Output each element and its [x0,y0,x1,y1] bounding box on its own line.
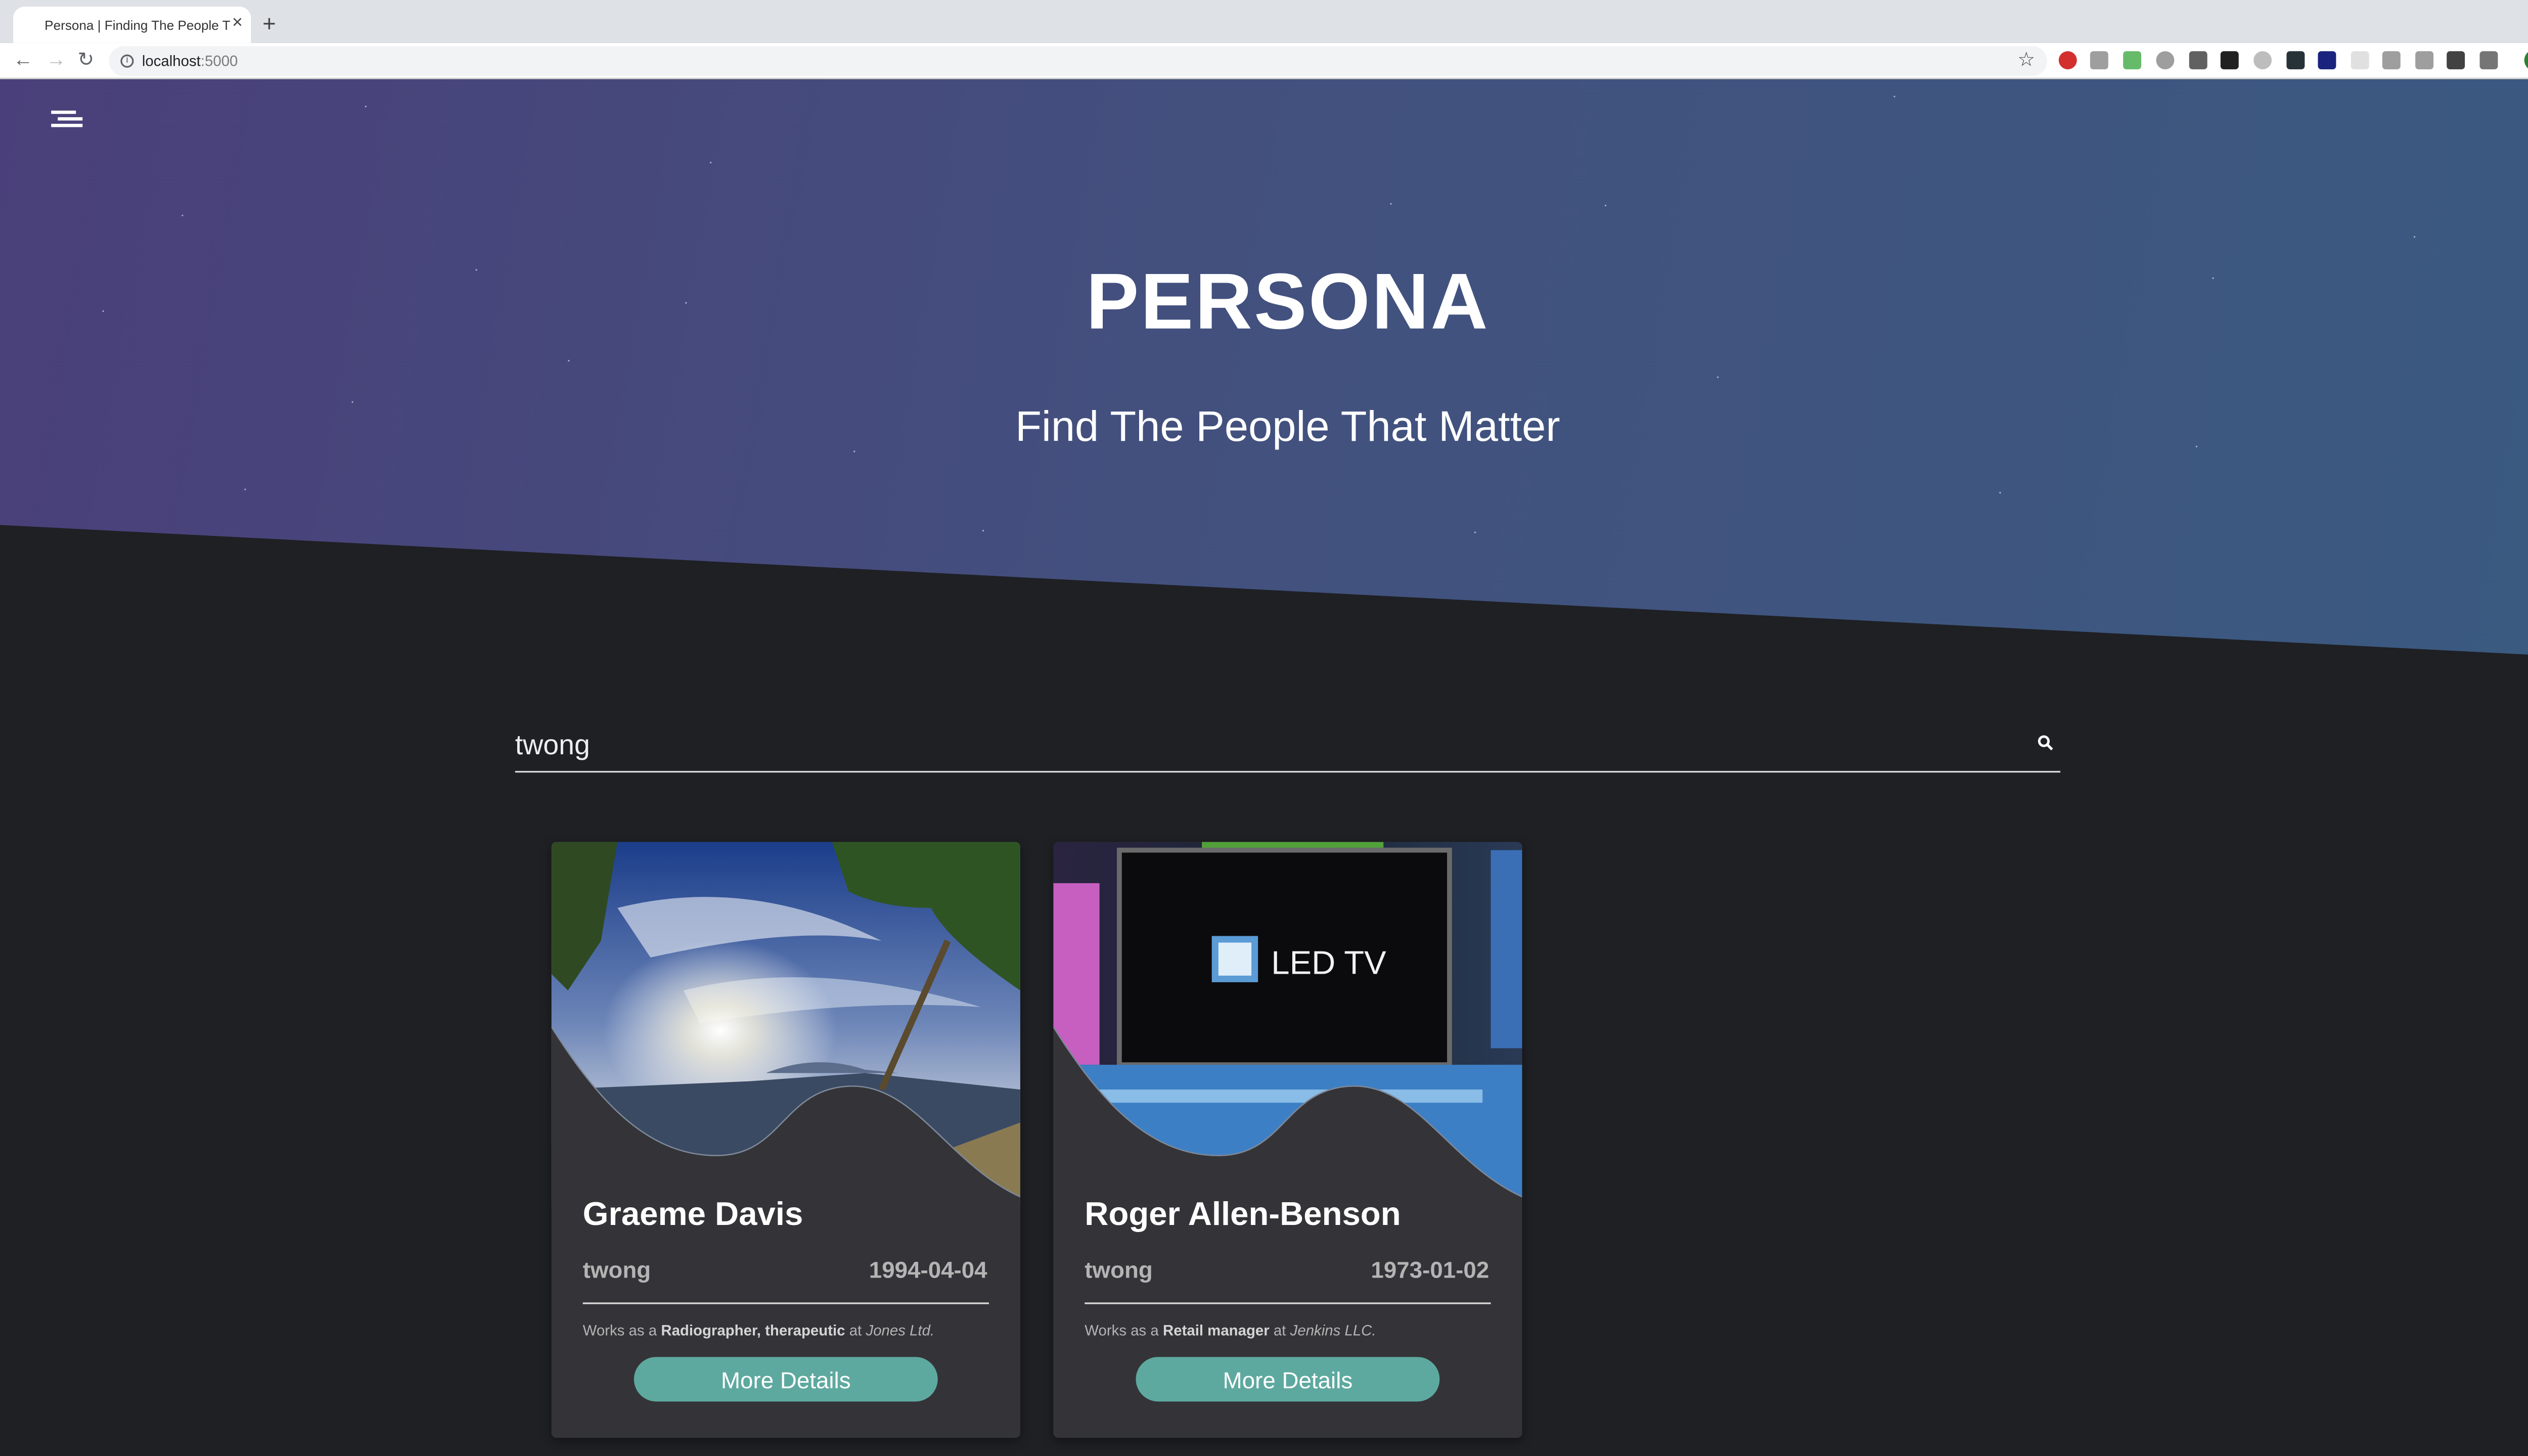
search-icon[interactable] [2037,735,2054,751]
browser-window: Persona | Finding The People T × + ← → ↻… [0,0,2528,1456]
extension-icon[interactable] [2382,51,2401,70]
card-divider [582,1302,989,1304]
search-bar [515,723,2061,773]
new-tab-icon[interactable]: + [262,10,276,36]
address-bar[interactable]: i localhost:5000 [109,46,2047,76]
tab-bar: Persona | Finding The People T × + [0,0,2528,43]
person-birthdate: 1994-04-04 [869,1256,987,1283]
job-title: Retail manager [1162,1322,1270,1339]
hamburger-menu-icon[interactable] [51,110,83,127]
extension-icon[interactable] [2479,51,2498,70]
reload-icon[interactable]: ↻ [77,48,94,71]
more-details-button[interactable]: More Details [634,1357,938,1402]
star-decoration [568,359,570,362]
star-decoration [244,488,246,490]
star-decoration [1893,96,1895,98]
bookmark-star-icon[interactable]: ☆ [2017,48,2035,71]
company-name: Jenkins LLC. [1290,1322,1376,1339]
star-decoration [1999,492,2001,494]
profile-avatar[interactable]: J [2524,49,2528,71]
hero-banner: PERSONA Find The People That Matter [0,79,2528,657]
person-name: Roger Allen-Benson [1085,1197,1401,1234]
browser-tab[interactable]: Persona | Finding The People T × [13,7,251,43]
person-card: Graeme Davis twong 1994-04-04 Works as a… [551,842,1020,1438]
star-decoration [982,530,984,532]
card-divider [1085,1302,1491,1304]
job-prefix: Works as a [582,1322,657,1339]
extension-icon[interactable] [2058,51,2077,70]
close-tab-icon[interactable]: × [232,13,243,33]
more-details-button[interactable]: More Details [1136,1357,1440,1402]
person-job-description: Works as a Radiographer, therapeutic at … [583,1323,934,1339]
job-title: Radiographer, therapeutic [661,1322,845,1339]
browser-toolbar: ← → ↻ i localhost:5000 ☆ J ⋮ [0,42,2528,79]
person-card: LED TV Roger Allen-Benson twong 1973-01-… [1053,842,1522,1438]
person-username: twong [582,1256,651,1283]
info-icon[interactable]: i [120,54,134,68]
job-connector: at [849,1322,862,1339]
star-decoration [1474,531,1476,533]
tab-title: Persona | Finding The People T [44,17,231,32]
card-image-beach-sunset [551,842,1020,1205]
person-name: Graeme Davis [582,1197,803,1234]
page-subtitle: Find The People That Matter [1015,401,1560,451]
extension-icon[interactable] [2123,51,2142,70]
page-content: PERSONA Find The People That Matter twon… [0,79,2528,1456]
company-name: Jones Ltd. [866,1322,935,1339]
extension-icon[interactable] [2415,51,2434,70]
star-decoration [1390,203,1392,205]
person-job-description: Works as a Retail manager at Jenkins LLC… [1085,1323,1376,1339]
person-username: twong [1085,1256,1153,1283]
search-input[interactable] [515,723,2001,769]
led-tv-logo-text: LED TV [1271,944,1386,981]
star-decoration [365,105,367,108]
job-prefix: Works as a [1085,1322,1159,1339]
extension-icon[interactable] [2447,51,2465,70]
star-decoration [182,214,184,216]
card-image-led-tv: LED TV [1053,842,1522,1205]
star-decoration [2413,236,2416,238]
extension-icon[interactable] [2253,51,2272,70]
url-port: :5000 [200,53,238,70]
extension-icon[interactable] [2286,51,2305,70]
extension-icon[interactable] [2351,51,2369,70]
extension-icon[interactable] [2156,51,2175,70]
extension-icon[interactable] [2090,51,2108,70]
back-arrow-icon[interactable]: ← [13,48,33,71]
star-decoration [1604,204,1607,207]
star-decoration [710,161,712,164]
forward-arrow-icon[interactable]: → [46,48,66,71]
star-decoration [1717,376,1719,378]
extension-icon[interactable] [2318,51,2336,70]
job-connector: at [1273,1322,1286,1339]
page-title: PERSONA [1086,259,1489,347]
extension-icon[interactable] [2220,51,2239,70]
url-host: localhost [142,53,201,70]
person-birthdate: 1973-01-02 [1371,1256,1489,1283]
extension-icon[interactable] [2189,51,2207,70]
